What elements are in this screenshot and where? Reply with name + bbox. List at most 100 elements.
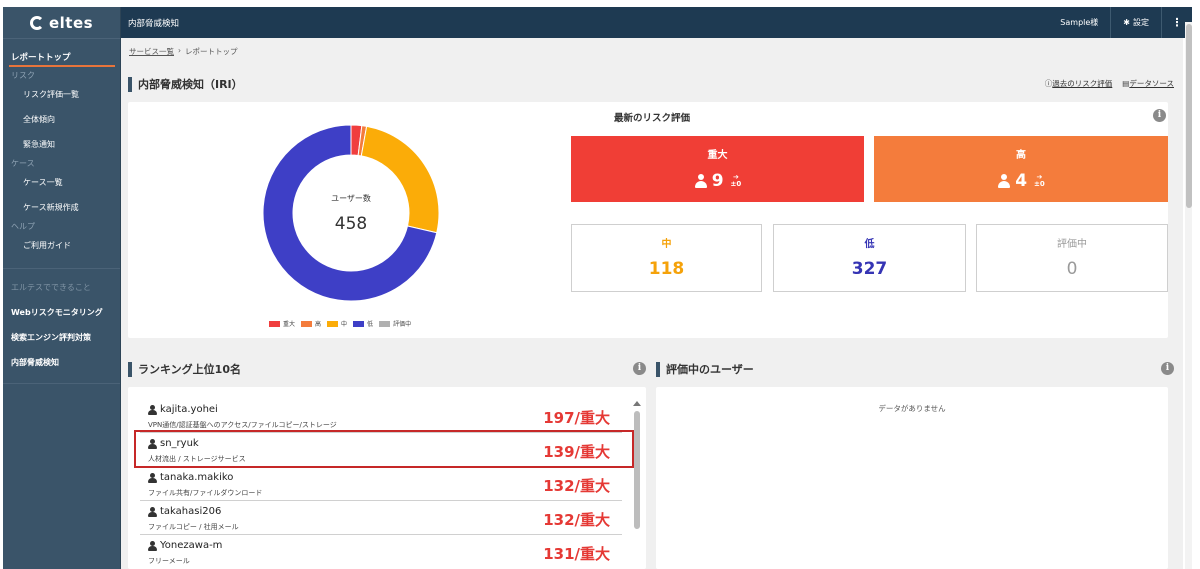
tile-high[interactable]: 高 4 ➔ ±0 <box>874 136 1168 202</box>
ranking-title: ランキング上位10名 <box>128 361 241 377</box>
ranking-user-desc: ファイル共有/ファイルダウンロード <box>148 489 263 497</box>
tile-critical-count-row: 9 ➔ ±0 <box>571 171 864 191</box>
breadcrumb-root[interactable]: サービス一覧 <box>129 46 174 57</box>
data-source-link[interactable]: ▤データソース <box>1122 78 1174 89</box>
highlight-box <box>134 430 634 468</box>
legend-critical[interactable]: 重大 <box>269 319 295 328</box>
pending-users-card: データがありません <box>656 387 1168 569</box>
ranking-row[interactable]: tanaka.makiko ファイル共有/ファイルダウンロード 132/重大 <box>140 467 622 501</box>
ranking-list: kajita.yohei VPN通信/認証基盤へのアクセス/ファイルコピー/スト… <box>140 399 622 569</box>
trend-icon: ➔ ±0 <box>1034 173 1045 188</box>
pending-users-title-text: 評価中のユーザー <box>666 363 754 376</box>
sidebar: eltes レポートトップ リスク リスク評価一覧 全体傾向 緊急通知 ケース … <box>3 7 121 569</box>
sidebar-item-urgent-notice[interactable]: 緊急通知 <box>3 132 120 157</box>
tile-low-label: 低 <box>864 239 875 250</box>
legend-swatch <box>327 320 339 327</box>
title-accent <box>128 361 132 377</box>
title-accent <box>656 361 660 377</box>
sidebar-item-web-risk[interactable]: Webリスクモニタリング <box>3 300 120 325</box>
data-source-link-label: データソース <box>1129 79 1174 88</box>
brand-logo[interactable]: eltes <box>3 7 120 38</box>
legend-high[interactable]: 高 <box>301 319 321 328</box>
user-icon <box>997 174 1011 188</box>
info-icon[interactable]: i <box>1161 362 1174 375</box>
page-title-text: 内部脅威検知（IRI） <box>138 78 243 91</box>
legend-label: 評価中 <box>393 321 412 328</box>
legend-low[interactable]: 低 <box>353 319 373 328</box>
sidebar-item-overall-trend[interactable]: 全体傾向 <box>3 107 120 132</box>
nav-report: レポートトップ リスク リスク評価一覧 全体傾向 緊急通知 ケース ケース一覧 … <box>3 38 120 258</box>
ranking-score: 132/重大 <box>543 477 610 495</box>
ranking-row[interactable]: Yonezawa-m フリーメール 131/重大 <box>140 535 622 569</box>
tile-pending[interactable]: 評価中 0 <box>976 224 1168 292</box>
sidebar-item-guide[interactable]: ご利用ガイド <box>3 233 120 258</box>
sidebar-item-case-new[interactable]: ケース新規作成 <box>3 195 120 220</box>
sidebar-item-what-we-do[interactable]: エルテスでできること <box>3 275 120 300</box>
legend-label: 中 <box>341 321 348 328</box>
nav-group-risk: リスク <box>11 71 35 80</box>
user-icon <box>148 506 157 517</box>
ranking-user-name: Yonezawa-m <box>160 540 223 551</box>
trend-icon: ➔ ±0 <box>730 173 742 188</box>
breadcrumb: サービス一覧 › レポートトップ <box>129 46 238 57</box>
tile-medium-label: 中 <box>661 239 672 250</box>
ranking-user-name: takahasi206 <box>160 506 222 517</box>
tile-high-label: 高 <box>1016 150 1026 161</box>
pending-users-title: 評価中のユーザー <box>656 361 754 377</box>
legend-swatch <box>353 320 365 327</box>
empty-state-text: データがありません <box>878 404 946 413</box>
title-accent <box>128 76 132 92</box>
ranking-user-name: tanaka.makiko <box>160 472 234 483</box>
history-link-label: 過去のリスク評価 <box>1052 79 1113 88</box>
nav-group-case: ケース <box>11 159 35 168</box>
legend-medium[interactable]: 中 <box>327 319 347 328</box>
ranking-row[interactable]: takahasi206 ファイルコピー / 社用メール 132/重大 <box>140 501 622 535</box>
overview-card: ユーザー数 458 重大 高 中 低 評価中 最新のリスク評価 i 重大 9 ➔… <box>128 102 1168 338</box>
ranking-user-desc: フリーメール <box>148 557 190 565</box>
tile-pending-count: 0 <box>1066 259 1078 279</box>
info-icon[interactable]: i <box>633 362 646 375</box>
legend-label: 高 <box>315 321 322 328</box>
tile-low[interactable]: 低 327 <box>773 224 966 292</box>
ranking-scrollbar[interactable] <box>634 411 640 529</box>
ranking-row[interactable]: kajita.yohei VPN通信/認証基盤へのアクセス/ファイルコピー/スト… <box>140 399 622 433</box>
tile-high-count: 4 <box>1015 171 1028 191</box>
sidebar-item-search-reputation[interactable]: 検索エンジン評判対策 <box>3 325 120 350</box>
settings-button[interactable]: ✱ 設定 <box>1111 7 1162 38</box>
breadcrumb-current: レポートトップ <box>185 47 238 56</box>
ranking-title-text: ランキング上位10名 <box>138 363 241 376</box>
sidebar-item-risk-list[interactable]: リスク評価一覧 <box>3 82 120 107</box>
user-icon <box>694 174 708 188</box>
tile-critical[interactable]: 重大 9 ➔ ±0 <box>571 136 864 202</box>
user-count-value: 458 <box>334 213 368 234</box>
user-donut-chart: ユーザー数 458 <box>262 124 440 302</box>
ranking-user-name: kajita.yohei <box>160 404 218 415</box>
history-link[interactable]: ⓘ過去のリスク評価 <box>1045 78 1113 89</box>
topbar-title: 内部脅威検知 <box>128 18 180 29</box>
main-content: サービス一覧 › レポートトップ 内部脅威検知（IRI） ⓘ過去のリスク評価 ▤… <box>121 38 1183 569</box>
scroll-up-arrow-icon[interactable] <box>633 401 641 406</box>
sidebar-item-internal-threat[interactable]: 内部脅威検知 <box>3 350 120 375</box>
top-bar: 内部脅威検知 Sample様 ✱ 設定 ⋮ <box>121 7 1192 38</box>
tile-critical-delta: ±0 <box>730 180 742 188</box>
tile-medium[interactable]: 中 118 <box>571 224 762 292</box>
brand-name: eltes <box>48 13 94 32</box>
legend-label: 重大 <box>283 321 296 328</box>
gear-icon: ✱ <box>1123 18 1130 27</box>
user-menu[interactable]: Sample様 <box>1048 7 1112 38</box>
settings-label: 設定 <box>1133 18 1149 27</box>
tile-medium-count: 118 <box>648 259 685 279</box>
page-scrollbar-thumb[interactable] <box>1186 24 1192 208</box>
legend-swatch <box>301 320 313 327</box>
nav-divider-bottom <box>3 383 120 384</box>
legend-label: 低 <box>367 321 374 328</box>
legend-pending[interactable]: 評価中 <box>379 319 411 328</box>
tile-pending-label: 評価中 <box>1057 239 1087 250</box>
tile-critical-count: 9 <box>711 171 724 191</box>
sidebar-item-case-list[interactable]: ケース一覧 <box>3 170 120 195</box>
user-icon <box>148 540 157 551</box>
user-icon <box>148 404 157 415</box>
nav-group-help: ヘルプ <box>11 222 35 231</box>
latest-risk-title: 最新のリスク評価 <box>614 113 691 124</box>
info-icon[interactable]: i <box>1153 109 1166 122</box>
